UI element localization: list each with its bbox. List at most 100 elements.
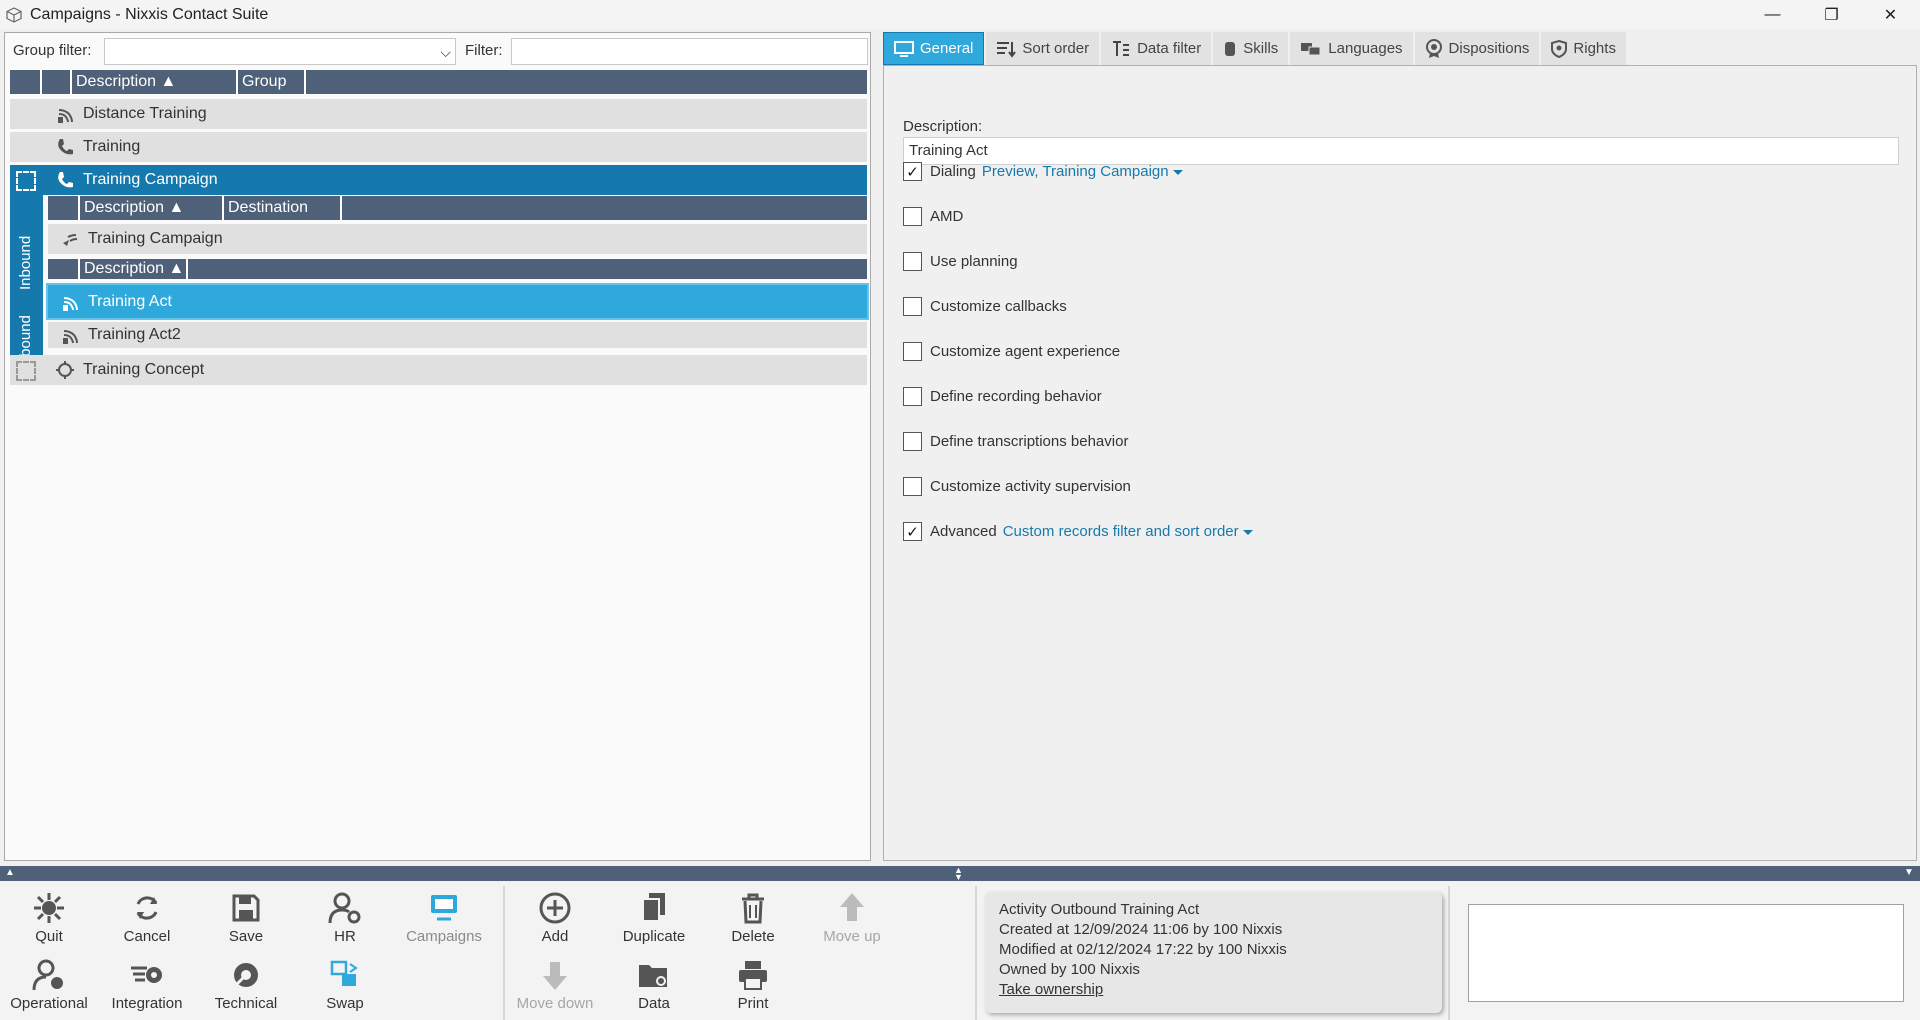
column-header-description[interactable]: Description ▲ [78, 196, 222, 220]
list-item[interactable]: Distance Training [10, 99, 867, 129]
description-input[interactable]: Training Act [903, 137, 1899, 165]
dialing-option[interactable]: ✓ Dialing Preview, Training Campaign [903, 162, 1183, 181]
panel-splitter[interactable]: ▲ ▲ ▼ ▼ [0, 866, 1920, 882]
duplicate-button[interactable]: Duplicate [605, 890, 703, 950]
hr-button[interactable]: HR [296, 890, 394, 950]
inbound-tab[interactable]: Inbound [17, 236, 34, 290]
take-ownership-link[interactable]: Take ownership [999, 980, 1428, 1000]
use-planning-option[interactable]: Use planning [903, 252, 1018, 271]
filter-icon [1111, 40, 1131, 58]
print-button[interactable]: Print [704, 957, 802, 1017]
toolbar-separator [503, 886, 505, 1020]
list-item[interactable]: Training [10, 132, 867, 162]
integration-button[interactable]: Integration [98, 957, 196, 1017]
duplicate-label: Duplicate [622, 928, 686, 945]
tab-data-filter[interactable]: Data filter [1101, 32, 1212, 65]
customize-agent-experience-checkbox[interactable] [903, 342, 922, 361]
define-transcriptions-checkbox[interactable] [903, 432, 922, 451]
customize-agent-experience-option[interactable]: Customize agent experience [903, 342, 1120, 361]
integration-icon [129, 957, 165, 993]
use-planning-checkbox[interactable] [903, 252, 922, 271]
amd-option[interactable]: AMD [903, 207, 963, 226]
column-header-description[interactable]: Description ▲ [78, 259, 186, 279]
customize-supervision-option[interactable]: Customize activity supervision [903, 477, 1131, 496]
badge-icon [1425, 38, 1443, 59]
info-created: Created at 12/09/2024 11:06 by 100 Nixxi… [999, 921, 1283, 938]
data-button[interactable]: Data [605, 957, 703, 1017]
tab-dispositions[interactable]: Dispositions [1414, 32, 1540, 65]
tab-general[interactable]: General [883, 32, 985, 65]
grid-header-end [186, 259, 192, 279]
move-down-button[interactable]: Move down [506, 957, 604, 1017]
swap-button[interactable]: Swap [296, 957, 394, 1017]
dialing-checkbox[interactable]: ✓ [903, 162, 922, 181]
list-item[interactable]: Training Act2 [48, 322, 867, 348]
crosshair-icon [53, 360, 77, 380]
print-label: Print [737, 995, 769, 1012]
dialing-link-text: Preview, Training Campaign [981, 163, 1169, 180]
save-icon [228, 890, 264, 926]
dialing-link[interactable]: Preview, Training Campaign [982, 163, 1183, 180]
column-header-group[interactable]: Group [236, 70, 304, 94]
notes-area[interactable] [1468, 904, 1904, 1002]
resize-handle-icon[interactable]: ▲ ▼ [954, 866, 963, 882]
info-owner: Owned by 100 Nixxis [999, 961, 1140, 978]
campaigns-button[interactable]: Campaigns [395, 890, 493, 950]
column-header-destination[interactable]: Destination [222, 196, 340, 220]
minimize-button[interactable]: — [1743, 0, 1802, 29]
quit-button[interactable]: Quit [0, 890, 98, 950]
customize-supervision-checkbox[interactable] [903, 477, 922, 496]
save-button[interactable]: Save [197, 890, 295, 950]
phone-icon [53, 170, 77, 190]
customize-callbacks-option[interactable]: Customize callbacks [903, 297, 1067, 316]
tab-languages[interactable]: Languages [1290, 32, 1413, 65]
caret-down-icon [1172, 169, 1183, 175]
customize-callbacks-checkbox[interactable] [903, 297, 922, 316]
data-label: Data [638, 995, 670, 1012]
quit-icon [31, 890, 67, 926]
define-recording-option[interactable]: Define recording behavior [903, 387, 1102, 406]
wrench-gear-icon [228, 957, 264, 993]
close-button[interactable]: ✕ [1861, 0, 1920, 29]
operational-label: Operational [10, 995, 88, 1012]
tab-rights[interactable]: Rights [1541, 32, 1626, 65]
chevron-down-icon[interactable]: ⌵ [440, 44, 451, 61]
add-button[interactable]: Add [506, 890, 604, 950]
list-item[interactable]: Training Campaign [48, 224, 867, 254]
option-label: Use planning [930, 253, 1018, 270]
define-recording-checkbox[interactable] [903, 387, 922, 406]
advanced-link[interactable]: Custom records filter and sort order [1003, 523, 1253, 540]
list-item[interactable]: Training Concept [10, 355, 867, 385]
save-label: Save [228, 928, 264, 945]
define-transcriptions-option[interactable]: Define transcriptions behavior [903, 432, 1128, 451]
list-item-current[interactable]: Training Act [46, 283, 869, 320]
operational-button[interactable]: Operational [0, 957, 98, 1017]
advanced-option[interactable]: ✓ Advanced Custom records filter and sor… [903, 522, 1253, 541]
tab-skills[interactable]: Skills [1213, 32, 1289, 65]
technical-button[interactable]: Technical [197, 957, 295, 1017]
tab-sort-order[interactable]: Sort order [986, 32, 1100, 65]
hr-label: HR [334, 928, 356, 945]
collapse-down-icon[interactable]: ▼ [1904, 867, 1914, 878]
filter-input[interactable] [511, 38, 868, 65]
collapse-toggle-icon[interactable] [16, 171, 36, 191]
restore-button[interactable]: ❐ [1802, 0, 1861, 29]
option-label: Define transcriptions behavior [930, 433, 1129, 450]
group-filter-combo[interactable]: ⌵ [104, 38, 456, 65]
option-label: Dialing [930, 163, 976, 180]
amd-checkbox[interactable] [903, 207, 922, 226]
grid-header-spacer [40, 70, 70, 94]
tab-label: Skills [1243, 40, 1279, 57]
tab-bar: General Sort order Data filter Skills La… [883, 32, 1628, 65]
move-down-label: Move down [516, 995, 594, 1012]
move-up-button[interactable]: Move up [803, 890, 901, 950]
collapse-up-icon[interactable]: ▲ [5, 867, 15, 878]
cancel-button[interactable]: Cancel [98, 890, 196, 950]
list-item-selected[interactable]: Training Campaign [10, 165, 867, 195]
delete-button[interactable]: Delete [704, 890, 802, 950]
advanced-checkbox[interactable]: ✓ [903, 522, 922, 541]
expand-toggle-icon[interactable] [16, 361, 36, 381]
tab-label: General [920, 40, 974, 57]
column-header-description[interactable]: Description ▲ [70, 70, 236, 94]
list-item-label: Training Act [88, 292, 172, 310]
